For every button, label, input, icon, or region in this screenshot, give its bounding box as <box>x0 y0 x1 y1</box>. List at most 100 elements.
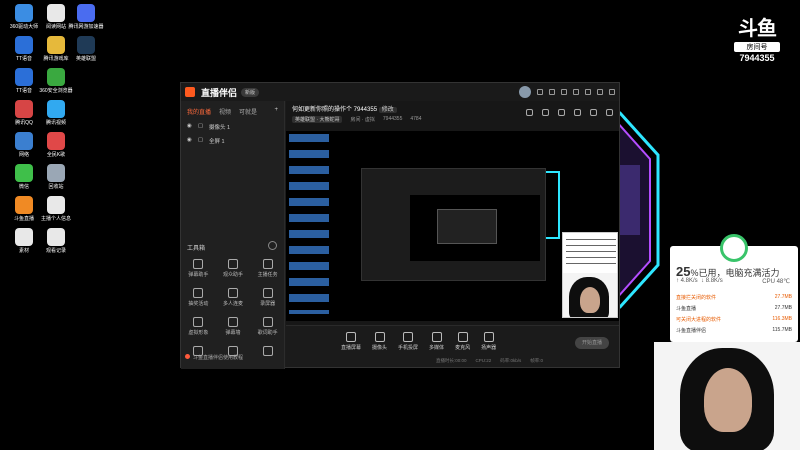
desktop-icon[interactable]: TT语音 <box>6 36 42 62</box>
desktop-icon[interactable]: 素材 <box>6 228 42 254</box>
status-bar: 直播时长:00:00 CPU:22 码率:0kb/s 帧率:0 <box>436 358 543 364</box>
settings-icon[interactable] <box>549 89 555 95</box>
desktop-icon[interactable]: 腾讯视频 <box>38 100 74 126</box>
tool-item[interactable]: 多人连麦 <box>216 288 251 307</box>
gear-icon[interactable] <box>590 109 597 116</box>
process-row[interactable]: 可关闭大进程的软件 116.3MB <box>676 316 792 323</box>
source-button[interactable]: 麦克风 <box>455 332 470 351</box>
tool-icon <box>227 259 238 269</box>
source-label: 扬声器 <box>481 345 497 351</box>
close-icon[interactable] <box>609 89 615 95</box>
source-button[interactable]: 手机投屏 <box>398 332 418 351</box>
tab-my-live[interactable]: 我的直播 <box>187 107 211 116</box>
tab-other[interactable]: 可就是 <box>239 107 257 116</box>
desktop-icon[interactable]: 斗鱼直播 <box>6 196 42 222</box>
tool-item[interactable]: 弹幕墙 <box>216 317 251 336</box>
bell-icon[interactable] <box>574 109 581 116</box>
nested-inner-preview <box>437 209 497 244</box>
user-avatar[interactable] <box>519 86 531 98</box>
system-monitor-widget[interactable]: 25%已用，电脑充满活力 ↑ 4.8K/s ↓ 8.8K/s CPU 48℃ 直… <box>670 234 798 342</box>
eye-icon[interactable]: ◉ <box>187 123 192 131</box>
app-icon <box>15 164 33 182</box>
tool-item[interactable]: 弹幕助手 <box>181 259 216 278</box>
tool-item[interactable]: 主播任务 <box>250 259 285 278</box>
desktop-icon[interactable]: 腾讯网游加速器 <box>68 4 104 30</box>
source-button[interactable]: 摄像头 <box>372 332 387 351</box>
tool-item[interactable]: 抽奖活动 <box>181 288 216 307</box>
add-tab-icon[interactable]: + <box>274 107 278 116</box>
tutorial-notice[interactable]: 斗鱼直播伴侣使用教程 <box>185 354 243 361</box>
desktop-icon[interactable]: 英雄联盟 <box>68 36 104 62</box>
source-button[interactable]: 扬声器 <box>481 332 496 351</box>
preview-desktop-icons <box>289 134 329 314</box>
scene-label: 摄像头 1 <box>209 125 231 131</box>
share-icon[interactable] <box>606 109 613 116</box>
source-icon <box>457 332 468 342</box>
desktop-icon[interactable]: 360驱动大师 <box>6 4 42 30</box>
minimize-icon[interactable] <box>585 89 591 95</box>
app-icon <box>47 132 65 150</box>
desktop-icon[interactable]: 主播个人信息 <box>38 196 74 222</box>
left-tabs: 我的直播 视频 可就是 + <box>181 101 284 120</box>
desktop-icon[interactable]: 观看记录 <box>38 228 74 254</box>
maximize-icon[interactable] <box>597 89 603 95</box>
tool-item[interactable]: 录屏器 <box>250 288 285 307</box>
tab-video[interactable]: 视频 <box>219 107 231 116</box>
lock-icon[interactable]: ▢ <box>198 137 203 145</box>
scene-item[interactable]: ◉ ▢ 摄像头 1 <box>181 120 284 134</box>
source-button[interactable]: 直播屏幕 <box>341 332 361 351</box>
desktop-icon-label: 360安全浏览器 <box>39 88 73 94</box>
app-icon <box>47 196 65 214</box>
source-label: 直播屏幕 <box>341 345 362 351</box>
desktop-icon[interactable]: 网络 <box>6 132 42 158</box>
app-titlebar[interactable]: 直播伴侣 新版 <box>181 83 619 101</box>
eye-icon[interactable]: ◉ <box>187 137 192 145</box>
lock-icon[interactable]: ▢ <box>198 123 203 131</box>
tool-item[interactable] <box>250 346 285 358</box>
net-up: 4.8K/s <box>680 278 698 284</box>
gift-icon[interactable] <box>526 109 533 116</box>
message-icon[interactable] <box>537 89 543 95</box>
desktop-icon[interactable]: 微信 <box>6 164 42 190</box>
tool-icon <box>227 317 238 327</box>
store-icon[interactable] <box>542 109 549 116</box>
source-label: 多媒体 <box>429 345 445 351</box>
desktop-icon-label: 全民K歌 <box>46 152 66 158</box>
desktop-icon-label: 网络 <box>18 152 29 158</box>
tool-label: 虚拟形象 <box>188 330 209 336</box>
popup-info-text <box>566 239 616 269</box>
tool-item[interactable]: 观众助手 <box>216 259 251 278</box>
live-companion-window[interactable]: 直播伴侣 新版 我的直播 视频 可就是 + ◉ ▢ 摄像头 1 ◉ ▢ 全屏 1 工具箱… <box>180 82 620 369</box>
status-item: 帧率:0 <box>530 358 544 363</box>
preview-frame-decoration <box>546 171 560 239</box>
process-memory: 116.3MB <box>772 316 792 322</box>
edit-tag[interactable]: 修改 <box>378 107 397 113</box>
screen-icon[interactable] <box>558 109 565 116</box>
app-icon <box>15 4 33 22</box>
tool-label: 录屏器 <box>260 301 276 307</box>
start-live-button[interactable]: 开始直播 <box>575 337 609 349</box>
version-badge[interactable]: 新版 <box>241 87 260 97</box>
menu-icon[interactable] <box>573 89 579 95</box>
process-row[interactable]: 直接拦关闭的软件 27.7MB <box>676 294 792 301</box>
left-panel: 我的直播 视频 可就是 + ◉ ▢ 摄像头 1 ◉ ▢ 全屏 1 工具箱 弹幕助手 观众助… <box>181 101 285 369</box>
tool-item[interactable]: 虚拟形象 <box>181 317 216 336</box>
desktop-icon[interactable]: 全民K歌 <box>38 132 74 158</box>
tool-icon <box>193 288 204 298</box>
process-row[interactable]: 斗鱼直播伴侣 115.7MB <box>676 327 792 334</box>
room-category[interactable]: 英雄联盟 · 大熊蛇哥 <box>292 116 343 123</box>
source-button[interactable]: 多媒体 <box>429 332 444 351</box>
skin-icon[interactable] <box>561 89 567 95</box>
app-icon <box>77 4 95 22</box>
more-icon[interactable] <box>268 241 277 250</box>
process-row[interactable]: 斗鱼直播 27.7MB <box>676 305 792 312</box>
smile-icon <box>720 234 748 262</box>
desktop-icon[interactable]: 回收站 <box>38 164 74 190</box>
tool-item[interactable]: 歌词助手 <box>250 317 285 336</box>
app-icon <box>47 228 65 246</box>
desktop-icon[interactable]: TT语音 <box>6 68 42 94</box>
room-title[interactable]: 何如更新你照的操作个 7944355 <box>292 107 377 113</box>
desktop-icon[interactable]: 腾讯QQ <box>6 100 42 126</box>
scene-item[interactable]: ◉ ▢ 全屏 1 <box>181 134 284 148</box>
desktop-icon[interactable]: 360安全浏览器 <box>38 68 74 94</box>
